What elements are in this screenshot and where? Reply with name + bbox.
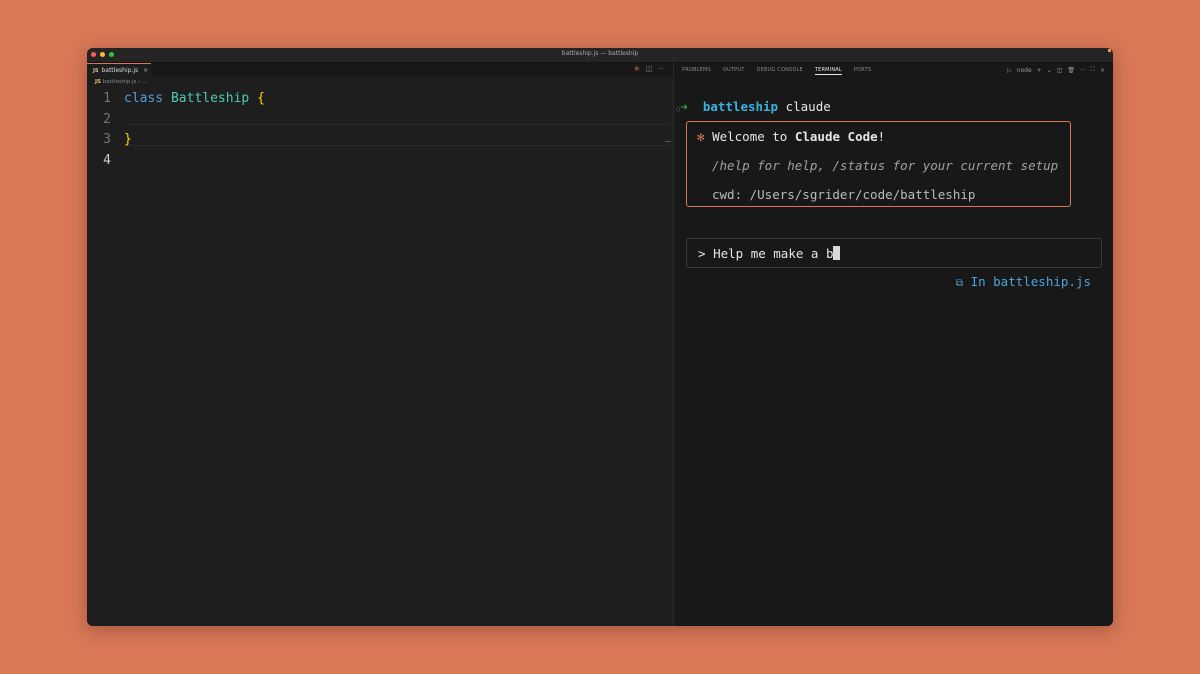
split-editor-icon[interactable]: ◫ bbox=[646, 65, 653, 73]
welcome-prefix: Welcome to bbox=[712, 129, 795, 144]
prompt-arrow-icon: ➜ bbox=[680, 99, 688, 114]
breadcrumb-js-icon: JS bbox=[95, 79, 102, 85]
editor-tab-battleship[interactable]: JS battleship.js × bbox=[87, 63, 151, 77]
line-number: 3 bbox=[103, 132, 111, 147]
cwd-line: cwd: /Users/sgrider/code/battleship bbox=[712, 187, 976, 202]
line-number: 2 bbox=[103, 111, 111, 127]
welcome-line: ✻ Welcome to Claude Code! bbox=[697, 129, 885, 144]
close-brace: } bbox=[124, 132, 132, 147]
js-file-icon: JS bbox=[93, 67, 99, 74]
code-line: 1 class Battleship { bbox=[87, 89, 673, 110]
claude-spark-icon: ✻ bbox=[697, 129, 705, 144]
welcome-suffix: ! bbox=[877, 129, 886, 144]
claude-icon[interactable]: ✳ bbox=[634, 65, 640, 73]
line-number: 4 bbox=[103, 152, 111, 168]
breadcrumb-sep: › ... bbox=[138, 79, 148, 85]
app-name: Claude Code bbox=[794, 129, 878, 144]
code-line: 4 bbox=[87, 151, 673, 172]
code-area[interactable]: 1 class Battleship { 2 3 } 4 bbox=[87, 89, 673, 171]
prompt-input-box[interactable]: > Help me make a b bbox=[686, 238, 1102, 268]
vscode-window: battleship.js — battleship JS battleship… bbox=[87, 48, 1113, 626]
shell-prompt: ○➜ battleship claude bbox=[676, 99, 831, 114]
tab-close-icon[interactable]: × bbox=[143, 67, 148, 74]
code-line: 2 bbox=[87, 110, 673, 131]
file-context-icon: ⧉ bbox=[955, 278, 964, 289]
notification-dot bbox=[1108, 49, 1111, 52]
prompt-directory: battleship bbox=[702, 99, 779, 114]
code-line: 3 } bbox=[87, 130, 673, 151]
breadcrumb-file[interactable]: battleship.js bbox=[103, 79, 137, 85]
editor-actions: ✳ ◫ ··· bbox=[634, 65, 665, 73]
input-text: Help me make a b bbox=[713, 246, 834, 261]
line-number: 1 bbox=[103, 91, 111, 106]
breadcrumb: JS battleship.js › ... bbox=[95, 79, 147, 85]
open-brace: { bbox=[257, 91, 265, 106]
text-cursor bbox=[833, 246, 841, 260]
window-title: battleship.js — battleship bbox=[561, 50, 639, 57]
editor-pane: JS battleship.js × ✳ ◫ ··· JS battleship… bbox=[87, 63, 674, 626]
input-chevron: > bbox=[698, 246, 706, 261]
help-hint: /help for help, /status for your current… bbox=[712, 158, 1059, 173]
file-context-indicator: ⧉ In battleship.js bbox=[956, 274, 1091, 289]
prompt-command: claude bbox=[785, 99, 831, 114]
class-name: Battleship bbox=[170, 91, 250, 106]
keyword: class bbox=[124, 91, 164, 106]
title-bar: battleship.js — battleship bbox=[87, 48, 1113, 63]
file-context-label: In battleship.js bbox=[970, 274, 1091, 289]
tab-filename: battleship.js bbox=[101, 67, 139, 74]
editor-tab-bar: JS battleship.js × ✳ ◫ ··· bbox=[87, 63, 673, 77]
terminal[interactable]: ○➜ battleship claude ✻ Welcome to Claude… bbox=[674, 63, 1113, 626]
terminal-panel: PROBLEMS OUTPUT DEBUG CONSOLE TERMINAL P… bbox=[674, 63, 1113, 626]
more-actions-icon[interactable]: ··· bbox=[658, 65, 665, 73]
welcome-box: ✻ Welcome to Claude Code! /help for help… bbox=[686, 121, 1071, 207]
prompt-input[interactable]: > Help me make a b bbox=[698, 246, 841, 261]
